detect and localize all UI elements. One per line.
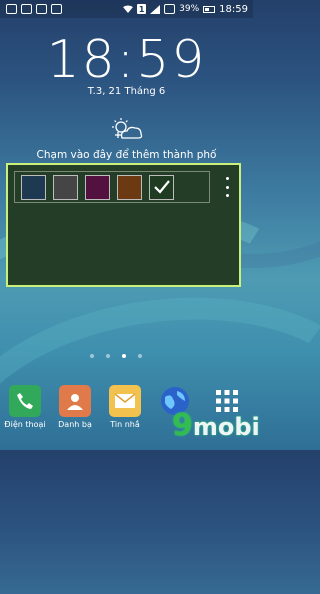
- color-swatch-dark-gray[interactable]: [53, 174, 78, 200]
- watermark-logo: 9mobi: [172, 408, 260, 443]
- widget-color-panel: [6, 163, 241, 287]
- page-dot-active: [122, 354, 126, 358]
- gallery-icon: [21, 4, 32, 14]
- lockscreen-clock: 18:59: [46, 30, 207, 90]
- app-label: Điện thoại: [4, 420, 46, 429]
- color-swatch-dark-green[interactable]: [149, 174, 174, 200]
- sim-icon: 1: [137, 4, 147, 14]
- battery-percent: 39%: [179, 4, 200, 14]
- app-contacts[interactable]: Danh bạ: [52, 385, 98, 429]
- checkmark-icon: [153, 180, 170, 194]
- notification-icon: [6, 4, 17, 14]
- status-bar: 1 39% 18:59: [0, 0, 253, 18]
- more-options-icon[interactable]: [224, 177, 230, 197]
- page-dot: [90, 354, 94, 358]
- weather-cloud-icon[interactable]: [110, 118, 144, 140]
- page-dot: [138, 354, 142, 358]
- battery-icon: [203, 5, 216, 13]
- messages-icon: [109, 385, 141, 417]
- phone-icon: [9, 385, 41, 417]
- contacts-icon: [59, 385, 91, 417]
- wifi-icon: [123, 5, 134, 13]
- app-phone[interactable]: Điện thoại: [2, 385, 48, 429]
- app-label: Tin nhắ: [110, 420, 140, 429]
- weather-add-city-hint[interactable]: Chạm vào đây để thêm thành phố: [20, 148, 233, 163]
- color-swatch-brown[interactable]: [117, 174, 142, 200]
- page-dot: [106, 354, 110, 358]
- app-label: Danh bạ: [58, 420, 92, 429]
- color-swatch-dark-teal[interactable]: [21, 174, 46, 200]
- mute-icon: [164, 4, 176, 14]
- page-indicator: [90, 354, 142, 358]
- color-swatch-dark-purple[interactable]: [85, 174, 110, 200]
- status-time: 18:59: [219, 3, 248, 15]
- app-messages[interactable]: Tin nhắ: [102, 385, 148, 429]
- photo-icon: [51, 4, 62, 14]
- color-swatch-row: [14, 171, 210, 203]
- lockscreen-date: T.3, 21 Tháng 6: [87, 86, 166, 97]
- message-icon: [36, 4, 47, 14]
- signal-icon: [150, 4, 161, 14]
